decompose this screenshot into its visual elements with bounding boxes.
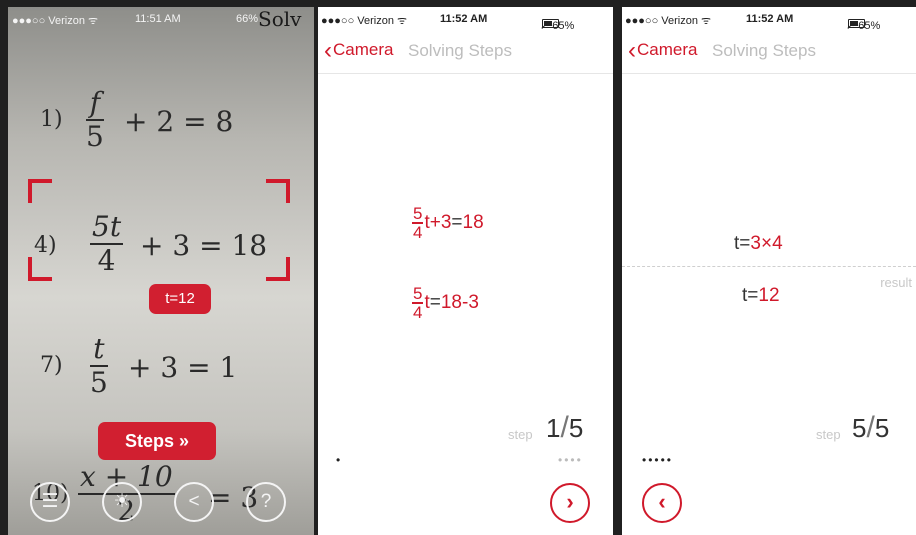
operator: × — [760, 233, 773, 254]
fraction: 5t 4 — [90, 210, 124, 277]
step-dots-remaining: •••• — [558, 453, 583, 467]
term: 3 — [750, 233, 761, 254]
chevron-left-icon: ‹ — [628, 37, 636, 64]
step-total: 5 — [874, 413, 890, 443]
paper-corner-text: Solv — [258, 7, 302, 31]
answer-badge[interactable]: t=12 — [149, 284, 211, 314]
problem-number: 4) — [34, 233, 57, 258]
step-current: 5 — [852, 413, 867, 443]
result-divider — [622, 266, 916, 267]
solving-steps-screen-last: ●●●○○ Verizon ᯤ 11:52 AM ➚ 65% ‹Camera S… — [622, 7, 916, 535]
term: 18 — [440, 292, 462, 314]
frame-corner — [266, 179, 290, 203]
menu-icon[interactable]: ☰ — [30, 482, 70, 522]
equation-step: 5 4 t+3=18 — [412, 205, 484, 241]
numerator: f — [86, 87, 104, 121]
term: 4 — [772, 233, 783, 254]
battery-icon — [542, 19, 559, 28]
page-title: Solving Steps — [408, 41, 512, 60]
frame-corner — [266, 257, 290, 281]
result-label: result — [880, 275, 912, 290]
status-bar: ●●●○○ Verizon ᯤ 11:51 AM 66% Solv — [8, 7, 314, 31]
term: +3 — [429, 212, 452, 234]
numerator: 5 — [412, 284, 424, 304]
step-counter: 1/5 — [546, 411, 584, 444]
problem-number: 1) — [40, 107, 63, 132]
equation-rest: + 3 = 1 — [128, 351, 238, 384]
frame-corner — [28, 179, 52, 203]
frame-corner — [28, 257, 52, 281]
problem-number: 7) — [40, 353, 63, 378]
clock: 11:51 AM — [135, 13, 181, 25]
denominator: 5 — [86, 120, 104, 153]
steps-button[interactable]: Steps » — [98, 422, 216, 460]
carrier: ●●●○○ Verizon ᯤ — [321, 15, 408, 27]
page-title: Solving Steps — [712, 41, 816, 60]
term: 18 — [462, 212, 484, 234]
next-step-button[interactable]: › — [550, 483, 590, 523]
equation-step: 5 4 t=18-3 — [412, 285, 479, 321]
back-button[interactable]: ‹Camera — [324, 39, 394, 63]
denominator: 5 — [90, 366, 108, 399]
equals: = — [429, 292, 441, 314]
solving-steps-screen-first: ●●●○○ Verizon ᯤ 11:52 AM ➚ 65% ‹Camera S… — [318, 7, 613, 535]
fraction: t 5 — [90, 333, 108, 399]
clock: 11:52 AM — [746, 13, 794, 25]
nav-bar: ‹Camera Solving Steps — [318, 29, 613, 74]
back-button[interactable]: ‹Camera — [628, 39, 698, 63]
brightness-icon[interactable]: ☀ — [102, 482, 142, 522]
step-current: 1 — [546, 413, 561, 443]
term: -3 — [462, 292, 479, 314]
fraction: 54 — [412, 204, 424, 242]
denominator: 4 — [97, 244, 116, 277]
camera-screen: ●●●○○ Verizon ᯤ 11:51 AM 66% Solv 1) f 5… — [8, 7, 314, 535]
equals: = — [451, 212, 463, 234]
back-label: Camera — [333, 40, 394, 59]
equation-rest: + 3 = 18 — [140, 229, 268, 262]
equation-step: t=3×4 — [734, 233, 783, 255]
equals: = — [739, 233, 751, 254]
fraction: 54 — [412, 284, 424, 322]
carrier: ●●●○○ Verizon ᯤ — [625, 15, 712, 27]
numerator: 5t — [90, 210, 124, 245]
step-total: 5 — [568, 413, 584, 443]
numerator: 5 — [412, 204, 424, 224]
equals: = — [747, 285, 759, 306]
denominator: 4 — [413, 303, 423, 322]
battery-percent: 66% — [236, 13, 259, 25]
equation-rest: + 2 = 8 — [124, 105, 234, 138]
back-label: Camera — [637, 40, 698, 59]
denominator: 4 — [413, 223, 423, 242]
back-icon[interactable]: < — [174, 482, 214, 522]
step-label: step — [508, 427, 533, 442]
nav-bar: ‹Camera Solving Steps — [622, 29, 916, 74]
previous-step-button[interactable]: ‹ — [642, 483, 682, 523]
step-dots: • — [336, 453, 343, 467]
status-bar: ●●●○○ Verizon ᯤ 11:52 AM ➚ 65% — [622, 7, 916, 32]
status-bar: ●●●○○ Verizon ᯤ 11:52 AM ➚ 65% — [318, 7, 613, 32]
fraction: f 5 — [86, 87, 104, 153]
help-icon[interactable]: ? — [246, 482, 286, 522]
step-label: step — [816, 427, 841, 442]
term: 12 — [758, 285, 780, 306]
chevron-left-icon: ‹ — [324, 37, 332, 64]
step-dots: ••••• — [642, 453, 674, 467]
battery-icon — [848, 19, 865, 28]
step-counter: 5/5 — [852, 411, 890, 444]
equation-result: t=12 — [742, 285, 780, 307]
numerator: t — [90, 333, 108, 367]
clock: 11:52 AM — [440, 13, 488, 25]
carrier: ●●●○○ Verizon ᯤ — [12, 15, 99, 27]
